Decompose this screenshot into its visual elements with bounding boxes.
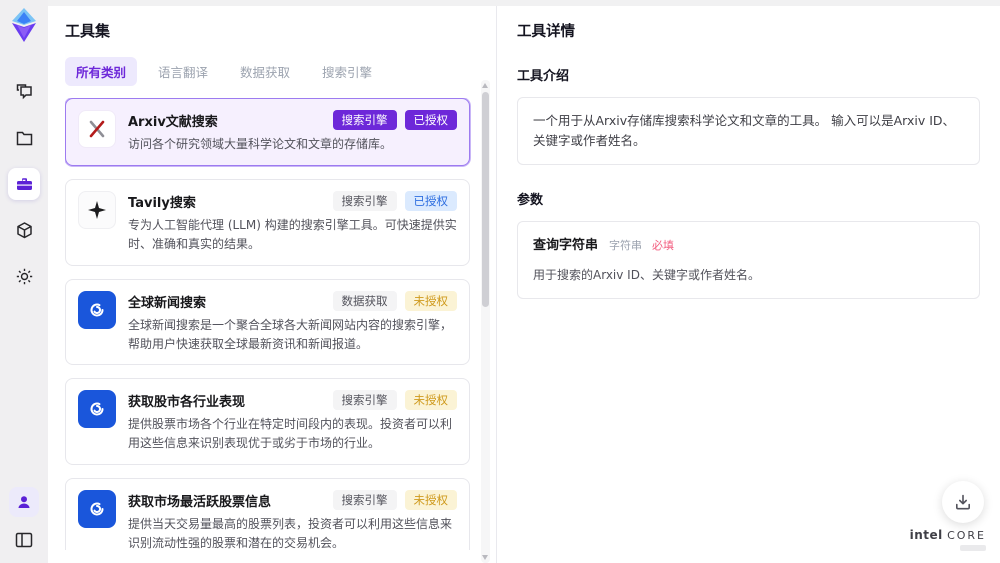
brand-sub-badge [960,545,986,551]
sidebar-item-tools[interactable] [8,168,40,200]
parameter-required-badge: 必填 [651,239,674,252]
blue-swirl-icon [78,290,116,329]
tool-name: 获取市场最活跃股票信息 [128,494,272,510]
tool-description: 提供当天交易量最高的股票列表，投资者可以利用这些信息来识别流动性强的股票和潜在的… [128,517,453,550]
scrollbar-thumb[interactable] [482,92,489,307]
scroll-down-arrow-icon[interactable] [482,555,488,560]
panel-toggle-icon[interactable] [8,527,40,553]
sidebar-item-packages[interactable] [8,214,40,246]
tab-language-translation[interactable]: 语言翻译 [147,57,219,86]
sidebar-item-settings[interactable] [8,260,40,292]
status-badge: 未授权 [404,489,457,511]
tool-description: 全球新闻搜索是一个聚合全球各大新闻网站内容的搜索引擎，帮助用户快速获取全球最新资… [128,317,453,351]
tool-detail-panel: 工具详情 工具介绍 一个用于从Arxiv存储库搜索科学论文和文章的工具。 输入可… [497,6,1000,563]
page-title: 工具集 [65,22,111,40]
main-content: 工具集 所有类别 语言翻译 数据获取 搜索引擎 Arxiv文献搜索 搜索引擎 已… [48,6,1000,563]
parameter-box: 查询字符串 字符串 必填 用于搜索的Arxiv ID、关键字或作者姓名。 [517,221,980,299]
tool-list: Arxiv文献搜索 搜索引擎 已授权 访问各个研究领域大量科学论文和文章的存储库… [65,98,496,550]
brand-core-text: core [947,529,986,542]
tool-list-panel: 工具集 所有类别 语言翻译 数据获取 搜索引擎 Arxiv文献搜索 搜索引擎 已… [48,6,497,563]
parameter-name: 查询字符串 [533,238,599,253]
status-badge: 已授权 [404,110,457,131]
brand-intel-text: intel [909,528,943,542]
tool-name: Arxiv文献搜索 [128,115,218,130]
tool-card-global-news[interactable]: 全球新闻搜索 数据获取 未授权 全球新闻搜索是一个聚合全球各大新闻网站内容的搜索… [65,278,470,366]
status-badge: 未授权 [404,390,457,411]
download-button[interactable] [942,481,984,523]
tool-card-most-active-stocks[interactable]: 获取市场最活跃股票信息 搜索引擎 未授权 提供当天交易量最高的股票列表，投资者可… [65,477,470,550]
list-scrollbar[interactable] [481,80,490,563]
category-tag: 数据获取 [332,290,397,311]
category-tag: 搜索引擎 [332,489,397,511]
intro-heading: 工具介绍 [517,69,570,84]
tool-card-arxiv[interactable]: Arxiv文献搜索 搜索引擎 已授权 访问各个研究领域大量科学论文和文章的存储库… [65,98,470,166]
tool-intro-box: 一个用于从Arxiv存储库搜索科学论文和文章的工具。 输入可以是Arxiv ID… [517,97,980,165]
sidebar [0,0,48,563]
sidebar-item-files[interactable] [8,122,40,154]
parameter-description: 用于搜索的Arxiv ID、关键字或作者姓名。 [533,267,760,282]
parameter-type: 字符串 [609,239,642,252]
tool-description: 专为人工智能代理 (LLM) 构建的搜索引擎工具。可快速提供实时、准确和真实的结… [128,218,457,251]
user-avatar[interactable] [9,487,39,517]
tool-card-tavily[interactable]: Tavily搜索 搜索引擎 已授权 专为人工智能代理 (LLM) 构建的搜索引擎… [65,178,470,266]
parameter-header: 查询字符串 字符串 必填 [533,235,964,257]
tool-intro-text: 一个用于从Arxiv存储库搜索科学论文和文章的工具。 输入可以是Arxiv ID… [533,113,956,148]
tool-name: 获取股市各行业表现 [128,395,246,411]
tab-search-engine[interactable]: 搜索引擎 [311,57,383,86]
scroll-up-arrow-icon[interactable] [482,83,488,88]
tool-name: Tavily搜索 [128,195,196,211]
download-icon [956,494,970,510]
tool-description: 访问各个研究领域大量科学论文和文章的存储库。 [128,137,393,152]
status-badge: 未授权 [404,290,457,311]
detail-title: 工具详情 [517,24,575,40]
tavily-star-icon [78,190,116,229]
params-heading: 参数 [517,193,544,208]
category-tabs: 所有类别 语言翻译 数据获取 搜索引擎 [65,57,496,86]
tab-data-acquisition[interactable]: 数据获取 [229,57,301,86]
category-tag: 搜索引擎 [332,110,397,131]
sidebar-item-chat[interactable] [8,76,40,108]
category-tag: 搜索引擎 [332,190,397,212]
category-tag: 搜索引擎 [332,390,397,411]
tool-name: 全球新闻搜索 [128,295,207,311]
intel-core-logo: intel core [910,524,986,551]
tool-description: 提供股票市场各个行业在特定时间段内的表现。投资者可以利用这些信息来识别表现优于或… [128,417,453,451]
app-logo [9,8,39,42]
status-badge: 已授权 [404,190,457,212]
tool-card-sector-performance[interactable]: 获取股市各行业表现 搜索引擎 未授权 提供股票市场各个行业在特定时间段内的表现。… [65,378,470,465]
blue-swirl-icon [78,489,116,528]
arxiv-logo-icon [78,110,116,148]
blue-swirl-icon [78,390,116,429]
tab-all-categories[interactable]: 所有类别 [65,57,138,86]
